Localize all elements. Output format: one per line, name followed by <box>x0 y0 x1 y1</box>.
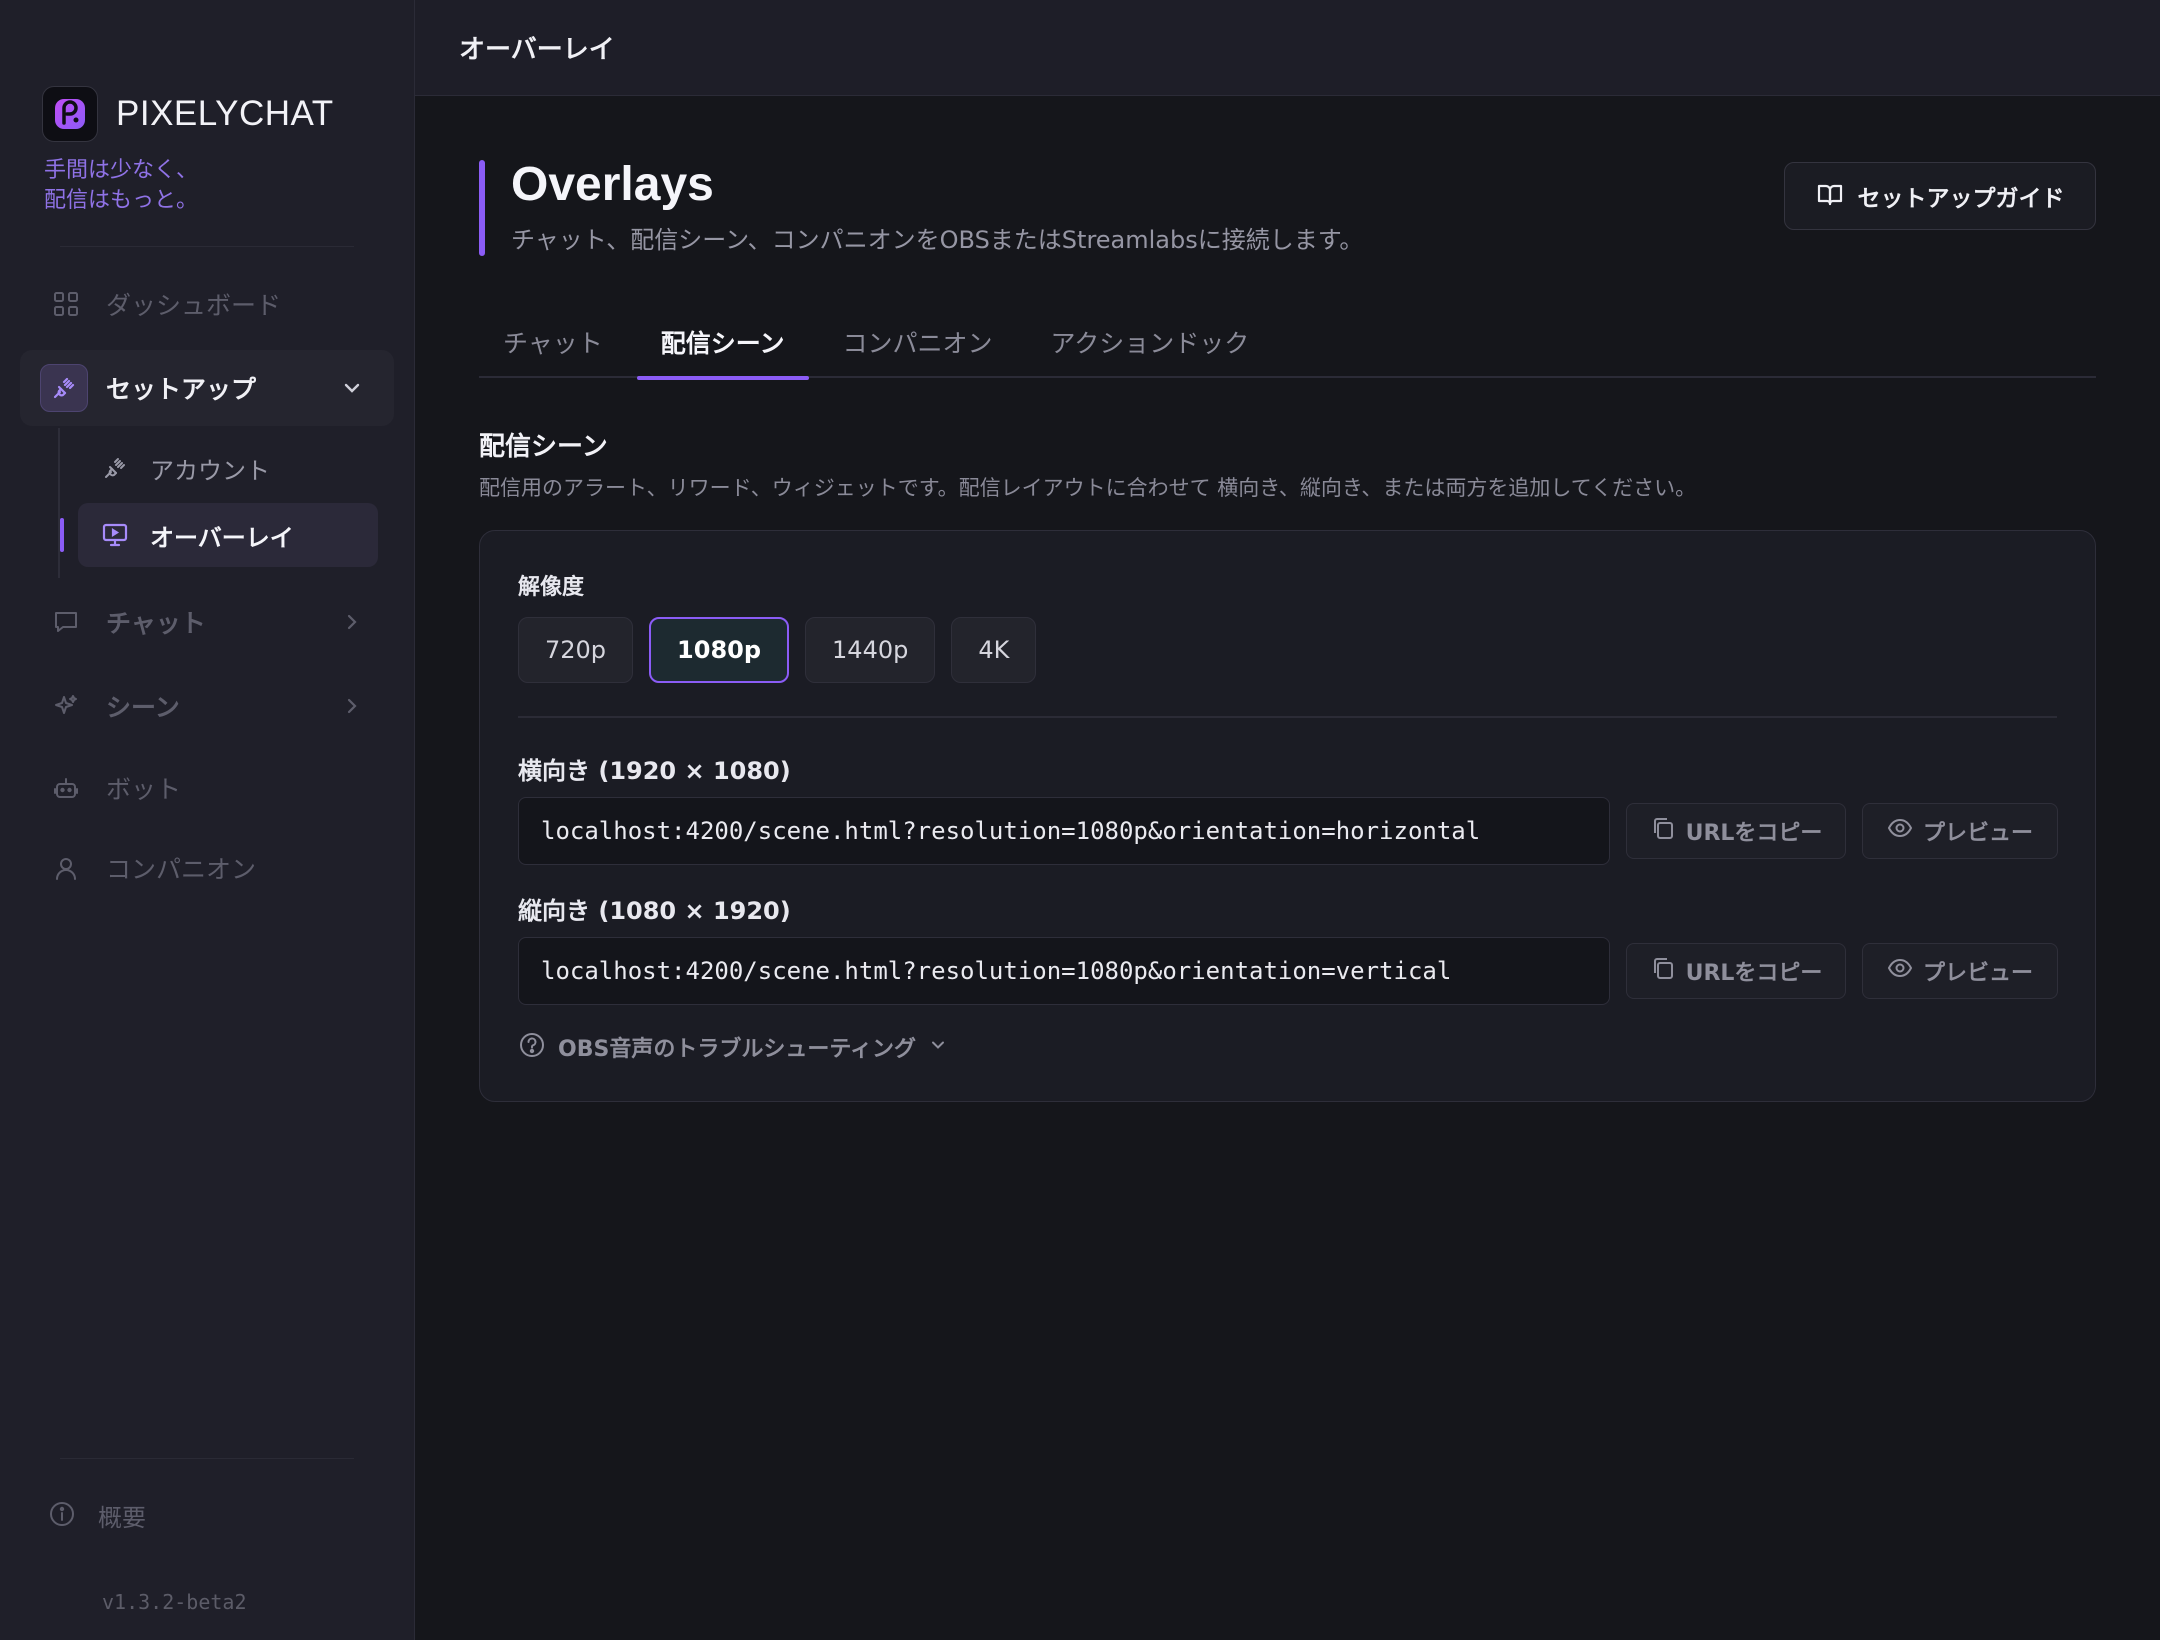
sidebar-item-scenes[interactable]: シーン <box>20 668 394 744</box>
section-description: 配信用のアラート、リワード、ウィジェットです。配信レイアウトに合わせて 横向き、… <box>479 476 1697 500</box>
horizontal-url-field[interactable]: localhost:4200/scene.html?resolution=108… <box>518 797 1610 865</box>
chat-bubble-icon <box>48 604 84 640</box>
header-accent-bar <box>479 160 485 256</box>
page-subtitle: チャット、配信シーン、コンパニオンをOBSまたはStreamlabsに接続します… <box>511 226 1364 254</box>
logo-icon <box>42 86 98 142</box>
tab-stream-scenes[interactable]: 配信シーン <box>636 306 809 380</box>
sidebar-item-label: オーバーレイ <box>150 523 294 552</box>
sidebar-item-chat[interactable]: チャット <box>20 584 394 660</box>
preview-label: プレビュー <box>1922 961 2033 986</box>
sidebar-item-account[interactable]: アカウント <box>78 436 378 500</box>
sidebar-item-label: 概要 <box>98 1504 146 1532</box>
brand-tagline: 手間は少なく、 配信はもっと。 <box>44 156 198 216</box>
horizontal-label: 横向き (1920 × 1080) <box>518 757 791 785</box>
scene-settings-card: 解像度 720p 1080p 1440p 4K 横向き (1920 × 1080… <box>479 530 2096 1102</box>
page-title: Overlays <box>511 158 714 211</box>
vertical-label: 縦向き (1080 × 1920) <box>518 897 791 925</box>
sidebar-item-about[interactable]: 概要 <box>48 1498 146 1533</box>
resolution-label: 解像度 <box>518 575 585 600</box>
horizontal-preview-button[interactable]: プレビュー <box>1862 803 2058 859</box>
horizontal-copy-url-button[interactable]: URLをコピー <box>1626 803 1846 859</box>
vertical-url-field[interactable]: localhost:4200/scene.html?resolution=108… <box>518 937 1610 1005</box>
tab-companion[interactable]: コンパニオン <box>819 306 1017 378</box>
sidebar-item-overlays[interactable]: オーバーレイ <box>78 503 378 567</box>
preview-label: プレビュー <box>1922 821 2033 846</box>
sidebar-divider <box>60 246 354 247</box>
brand[interactable]: PIXELYCHAT <box>42 86 334 142</box>
topbar: オーバーレイ <box>415 0 2160 96</box>
info-icon <box>48 1500 76 1532</box>
resolution-1440p-button[interactable]: 1440p <box>805 617 936 683</box>
tab-bar: チャット 配信シーン コンパニオン アクションドック <box>479 306 2096 380</box>
sidebar-item-label: セットアップ <box>106 375 257 404</box>
active-indicator <box>60 518 64 552</box>
obs-audio-troubleshooting-toggle[interactable]: OBS音声のトラブルシューティング <box>518 1031 948 1063</box>
setup-guide-button[interactable]: セットアップガイド <box>1784 162 2096 230</box>
sidebar-item-bot[interactable]: ボット <box>20 750 394 826</box>
tab-action-dock[interactable]: アクションドック <box>1027 306 1274 378</box>
eye-icon <box>1887 955 1913 987</box>
plug-icon <box>100 453 130 483</box>
chevron-right-icon <box>340 694 364 718</box>
copy-url-label: URLをコピー <box>1685 961 1823 986</box>
app-version: v1.3.2-beta2 <box>102 1590 247 1614</box>
troubleshooting-label: OBS音声のトラブルシューティング <box>558 1037 916 1062</box>
resolution-selector: 720p 1080p 1440p 4K <box>518 617 1052 683</box>
brand-name: PIXELYCHAT <box>116 94 334 133</box>
resolution-1080p-button[interactable]: 1080p <box>649 617 790 683</box>
sidebar-item-setup[interactable]: セットアップ <box>20 350 394 426</box>
sidebar-item-label: ダッシュボード <box>106 291 282 320</box>
tab-chat[interactable]: チャット <box>479 306 627 378</box>
sidebar-item-label: シーン <box>106 693 180 722</box>
submenu-line <box>58 428 60 578</box>
user-icon <box>48 850 84 886</box>
copy-icon <box>1650 815 1676 847</box>
sidebar-divider <box>60 1458 354 1459</box>
grid-icon <box>48 286 84 322</box>
bot-icon <box>48 770 84 806</box>
card-divider <box>518 716 2057 718</box>
book-icon <box>1816 180 1844 212</box>
page-header: Overlays チャット、配信シーン、コンパニオンをOBSまたはStreaml… <box>479 158 1364 256</box>
main-content: オーバーレイ Overlays チャット、配信シーン、コンパニオンをOBSまたは… <box>415 0 2160 1640</box>
vertical-copy-url-button[interactable]: URLをコピー <box>1626 943 1846 999</box>
sidebar: PIXELYCHAT 手間は少なく、 配信はもっと。 ダッシュボード セットアッ… <box>0 0 415 1640</box>
monitor-icon <box>100 520 130 550</box>
sidebar-item-label: チャット <box>106 609 206 638</box>
topbar-title: オーバーレイ <box>459 35 615 65</box>
setup-guide-label: セットアップガイド <box>1857 186 2065 212</box>
chevron-right-icon <box>340 610 364 634</box>
app-root: PIXELYCHAT 手間は少なく、 配信はもっと。 ダッシュボード セットアッ… <box>0 0 2160 1640</box>
plug-icon <box>40 364 88 412</box>
sidebar-item-companion[interactable]: コンパニオン <box>20 830 394 906</box>
resolution-720p-button[interactable]: 720p <box>518 617 634 683</box>
section-title: 配信シーン <box>479 432 608 462</box>
tagline-line-1: 手間は少なく、 <box>44 158 199 183</box>
sidebar-item-label: コンパニオン <box>106 855 257 884</box>
sidebar-item-label: アカウント <box>150 456 270 485</box>
copy-icon <box>1650 955 1676 987</box>
help-circle-icon <box>518 1031 546 1063</box>
sparkle-icon <box>48 688 84 724</box>
resolution-4k-button[interactable]: 4K <box>951 617 1037 683</box>
sidebar-item-dashboard[interactable]: ダッシュボード <box>20 266 394 342</box>
eye-icon <box>1887 815 1913 847</box>
copy-url-label: URLをコピー <box>1685 821 1823 846</box>
chevron-down-icon <box>340 376 364 400</box>
tagline-line-2: 配信はもっと。 <box>44 188 199 213</box>
sidebar-item-label: ボット <box>106 775 182 804</box>
chevron-down-icon <box>928 1035 948 1059</box>
vertical-preview-button[interactable]: プレビュー <box>1862 943 2058 999</box>
